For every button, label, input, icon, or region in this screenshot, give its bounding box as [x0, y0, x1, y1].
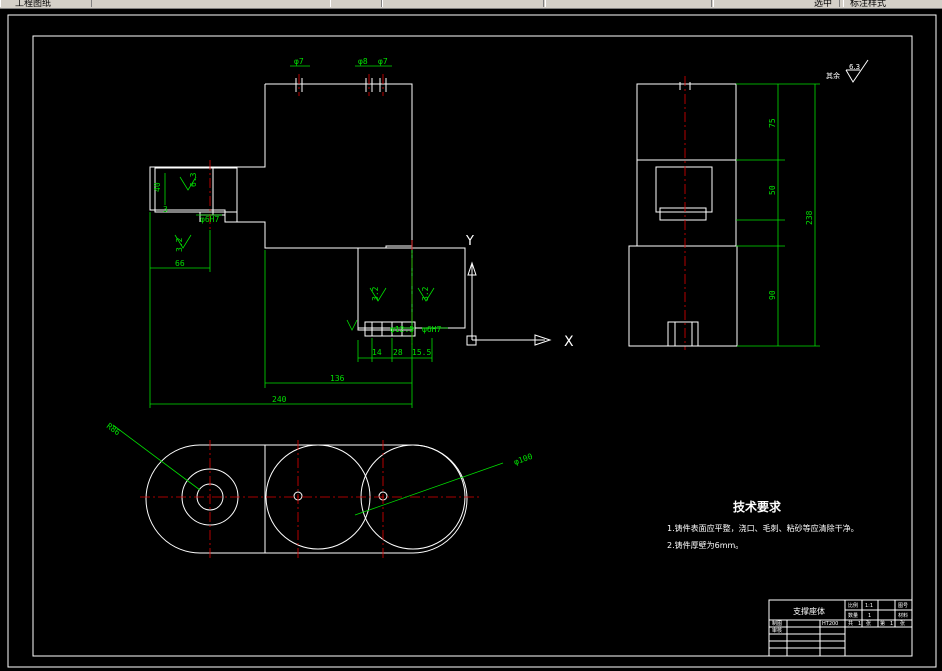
- dim-phi7-a: φ7: [294, 57, 304, 66]
- dim-90: 90: [768, 290, 777, 300]
- dim-28: 28: [393, 348, 403, 357]
- dim-phi7-b: φ7: [378, 57, 388, 66]
- title-block-cell-2: 1:1: [865, 603, 873, 609]
- tech-req-line2: 2.铸件厚壁为6mm。: [667, 540, 743, 550]
- dim-phi100: φ100: [513, 452, 534, 467]
- title-block-cell-14: 1: [858, 621, 861, 627]
- title-block-cell-9: 制图: [772, 620, 782, 627]
- dim-roughness-4: 3.2: [421, 286, 430, 301]
- axis-y-label: Y: [465, 234, 474, 249]
- title-block-name: 支撑座体: [793, 606, 825, 616]
- top-view: R86 φ100: [105, 421, 534, 560]
- cad-drawing-canvas[interactable]: Y X φ7 φ8 φ7 40 3 6.3 3.2 φ6H7 66 136 24…: [0, 0, 942, 671]
- dim-50: 50: [768, 185, 777, 195]
- dim-roughness-2: 3.2: [175, 237, 184, 252]
- dim-r86: R86: [105, 421, 122, 437]
- dim-238: 238: [805, 210, 814, 225]
- technical-requirements: 技术要求 1.铸件表面应平整，浇口、毛刺、粘砂等应清除干净。 2.铸件厚壁为6m…: [667, 499, 859, 550]
- axis-x-label: X: [564, 334, 574, 350]
- dim-14: 14: [372, 348, 382, 357]
- dim-75: 75: [768, 118, 777, 128]
- dim-roughness-1: 6.3: [189, 172, 198, 187]
- roughness-rest-value: 6.3: [849, 63, 860, 71]
- title-block-cell-7: 材料: [898, 612, 908, 619]
- title-block-cell-18: 张: [900, 620, 905, 627]
- title-block-cell-13: 共: [848, 620, 853, 627]
- dim-66: 66: [175, 259, 185, 268]
- title-block-material: HT200: [822, 621, 838, 627]
- title-block-cell-5: 数量: [848, 612, 858, 619]
- front-view: Y X φ7 φ8 φ7 40 3 6.3 3.2 φ6H7 66 136 24…: [149, 57, 574, 408]
- dim-136: 136: [330, 374, 345, 383]
- title-block-cell-6: 1: [868, 613, 871, 619]
- tech-req-title: 技术要求: [733, 499, 782, 514]
- roughness-rest-label: 其余: [826, 71, 840, 80]
- title-block-cell-17: 1: [890, 621, 893, 627]
- dim-phi8: φ8: [358, 57, 368, 66]
- dim-phi-right: φ6H7: [422, 325, 441, 334]
- title-block: 支撑座体 HT200 比例 1:1 图号 数量 1 材料 制图 审核 共 1 张…: [768, 599, 913, 657]
- dim-15-5: 15.5: [412, 348, 431, 357]
- title-block-cell-3: 图号: [898, 603, 908, 609]
- dim-roughness-3: 3.2: [371, 286, 380, 301]
- dim-phi-small: φ6H7: [200, 215, 219, 224]
- dim-240: 240: [272, 395, 287, 404]
- dim-3: 3: [163, 205, 168, 214]
- tech-req-line1: 1.铸件表面应平整，浇口、毛刺、粘砂等应清除干净。: [667, 523, 859, 533]
- title-block-cell-11: 审核: [772, 627, 782, 634]
- side-view: 75 50 238 90 其余 6.3: [628, 59, 869, 350]
- dim-phi12-5: φ12.5: [390, 325, 414, 334]
- sheet-outer-border: [7, 14, 937, 668]
- title-block-cell-16: 第: [880, 620, 885, 627]
- dim-40: 40: [153, 182, 162, 192]
- title-block-cell-1: 比例: [848, 602, 858, 609]
- title-block-cell-15: 张: [866, 620, 871, 627]
